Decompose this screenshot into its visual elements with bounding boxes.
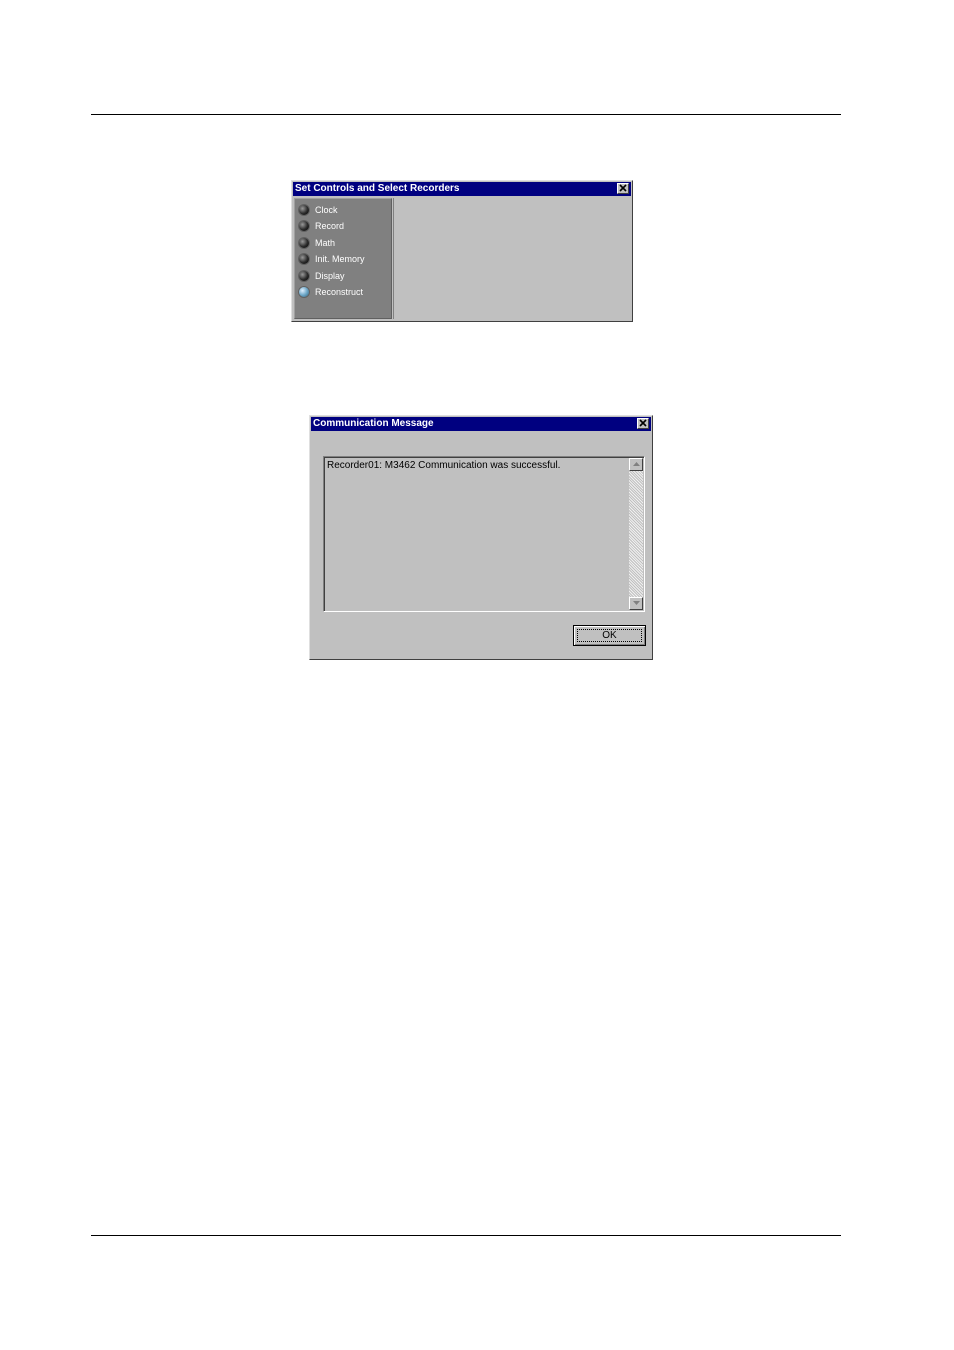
communication-title: Communication Message bbox=[313, 418, 434, 429]
vertical-scrollbar[interactable] bbox=[629, 458, 643, 610]
sidebar-item-math[interactable]: Math bbox=[299, 236, 335, 250]
header-rule bbox=[91, 114, 841, 115]
controls-sidebar: Clock Record Math Init. Memory Display R… bbox=[294, 198, 392, 319]
radio-button-selected-icon bbox=[299, 287, 309, 297]
sidebar-item-init-memory[interactable]: Init. Memory bbox=[299, 252, 365, 266]
close-icon bbox=[619, 184, 627, 192]
radio-button-icon bbox=[299, 254, 309, 264]
sidebar-item-label: Display bbox=[315, 271, 345, 281]
sidebar-item-label: Init. Memory bbox=[315, 254, 365, 264]
footer-rule bbox=[91, 1235, 841, 1236]
ok-button[interactable]: OK bbox=[573, 625, 646, 646]
controls-content-panel bbox=[393, 198, 631, 319]
close-button[interactable] bbox=[617, 183, 629, 194]
set-controls-window: Set Controls and Select Recorders Clock … bbox=[291, 180, 633, 322]
sidebar-item-label: Reconstruct bbox=[315, 287, 364, 297]
radio-button-icon bbox=[299, 205, 309, 215]
radio-button-icon bbox=[299, 221, 309, 231]
sidebar-item-reconstruct[interactable]: Reconstruct bbox=[299, 285, 363, 299]
sidebar-item-record[interactable]: Record bbox=[299, 219, 344, 233]
scroll-down-button[interactable] bbox=[629, 597, 643, 610]
set-controls-titlebar[interactable]: Set Controls and Select Recorders bbox=[293, 182, 631, 196]
sidebar-item-clock[interactable]: Clock bbox=[299, 203, 338, 217]
communication-message-window: Communication Message Recorder01: M3462 … bbox=[309, 415, 653, 660]
message-text-area[interactable]: Recorder01: M3462 Communication was succ… bbox=[323, 456, 645, 612]
scroll-up-button[interactable] bbox=[629, 458, 643, 471]
set-controls-title: Set Controls and Select Recorders bbox=[295, 183, 460, 194]
arrow-down-icon bbox=[632, 601, 640, 605]
radio-button-icon bbox=[299, 238, 309, 248]
sidebar-item-label: Clock bbox=[315, 205, 338, 215]
close-icon bbox=[639, 419, 647, 427]
sidebar-item-label: Math bbox=[315, 238, 336, 248]
communication-titlebar[interactable]: Communication Message bbox=[311, 417, 651, 431]
sidebar-item-label: Record bbox=[315, 221, 345, 231]
ok-button-label: OK bbox=[602, 630, 617, 641]
radio-button-icon bbox=[299, 271, 309, 281]
close-button[interactable] bbox=[637, 418, 649, 429]
arrow-up-icon bbox=[632, 462, 640, 466]
sidebar-item-display[interactable]: Display bbox=[299, 269, 345, 283]
message-text: Recorder01: M3462 Communication was succ… bbox=[327, 460, 561, 471]
